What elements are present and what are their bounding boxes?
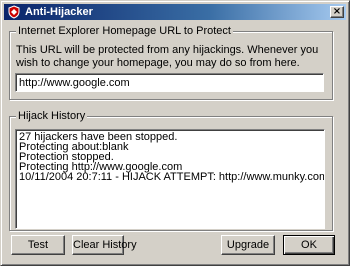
homepage-url-field[interactable]	[15, 73, 324, 92]
close-icon: ×	[332, 6, 342, 17]
title-bar[interactable]: Anti-Hijacker ×	[4, 4, 346, 20]
hijack-history-list[interactable]: 27 hijackers have been stopped. Protecti…	[15, 129, 325, 229]
shield-icon	[7, 5, 21, 19]
homepage-url-group: Internet Explorer Homepage URL to Protec…	[9, 24, 333, 100]
window-title: Anti-Hijacker	[25, 6, 93, 18]
hijack-history-group: Hijack History 27 hijackers have been st…	[9, 109, 333, 231]
history-line: 10/11/2004 20:7:11 - HIJACK ATTEMPT: htt…	[19, 171, 325, 183]
homepage-url-group-label: Internet Explorer Homepage URL to Protec…	[16, 24, 233, 38]
test-button[interactable]: Test	[11, 235, 65, 255]
homepage-url-description: This URL will be protected from any hija…	[16, 44, 319, 69]
close-button[interactable]: ×	[330, 6, 344, 18]
ok-button[interactable]: OK	[283, 235, 335, 255]
anti-hijacker-window: Anti-Hijacker × Internet Explorer Homepa…	[0, 0, 350, 266]
clear-history-button[interactable]: Clear History	[72, 235, 137, 255]
hijack-history-group-label: Hijack History	[16, 109, 88, 123]
upgrade-button[interactable]: Upgrade	[221, 235, 275, 255]
